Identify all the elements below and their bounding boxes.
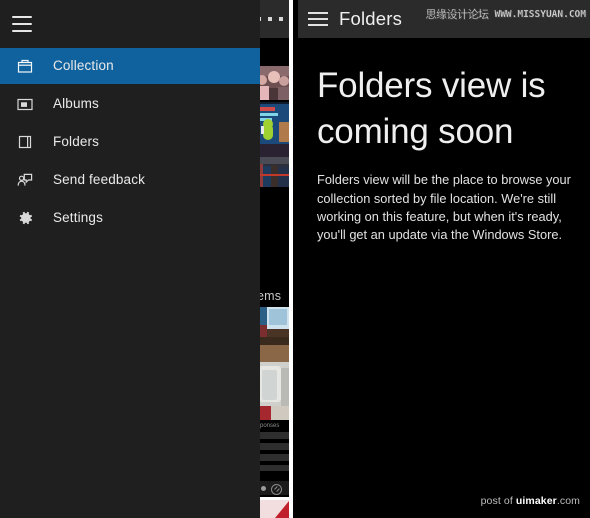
list-row[interactable]: [257, 454, 289, 461]
background-group-label: sponses: [257, 423, 280, 429]
sidebar-item-settings[interactable]: Settings: [0, 200, 260, 236]
photo-thumbnail[interactable]: [257, 362, 289, 420]
sidebar-item-label: Albums: [53, 96, 99, 112]
nav-list: Collection Albums Folders Send feedback …: [0, 48, 260, 236]
albums-icon: [15, 94, 35, 114]
watermark: 思缘设计论坛 WWW.MISSYUAN.COM: [425, 9, 586, 20]
sidebar-item-send-feedback[interactable]: Send feedback: [0, 162, 260, 198]
page-title: Folders: [339, 7, 403, 29]
credit-brand: uimaker: [515, 495, 557, 507]
sidebar-item-albums[interactable]: Albums: [0, 86, 260, 122]
sidebar-item-label: Send feedback: [53, 172, 146, 188]
post-credit: post of uimaker.com: [481, 495, 580, 507]
status-dot: [261, 486, 266, 491]
photo-thumbnail[interactable]: [257, 157, 289, 187]
folders-icon: [15, 132, 35, 152]
sidebar-item-collection[interactable]: Collection: [0, 48, 260, 84]
watermark-url-text: WWW.MISSYUAN.COM: [494, 8, 586, 20]
ellipsis-icon[interactable]: [257, 14, 283, 24]
folders-panel: Folders 思缘设计论坛 WWW.MISSYUAN.COM Folders …: [298, 0, 590, 518]
hamburger-icon[interactable]: [308, 11, 328, 27]
nav-header: [0, 0, 260, 48]
photo-thumbnail[interactable]: [257, 102, 289, 157]
sidebar-item-label: Collection: [53, 58, 114, 74]
sidebar-item-label: Folders: [53, 134, 100, 150]
gear-icon: [15, 208, 35, 228]
list-row[interactable]: [257, 443, 289, 450]
photo-thumbnail[interactable]: [257, 66, 289, 100]
coming-soon-heading: Folders view is coming soon: [317, 66, 546, 152]
sidebar-item-folders[interactable]: Folders: [0, 124, 260, 160]
settings-small-icon[interactable]: [271, 484, 282, 495]
background-count-label: ems: [257, 289, 282, 303]
panel-body: Folders view is coming soon Folders view…: [298, 38, 590, 244]
list-row[interactable]: [257, 432, 289, 439]
collection-icon: [15, 56, 35, 76]
photo-thumbnail[interactable]: [257, 307, 289, 337]
sidebar-item-label: Settings: [53, 210, 103, 226]
panel-app-bar: Folders 思缘设计论坛 WWW.MISSYUAN.COM: [298, 0, 590, 38]
navigation-pane: Collection Albums Folders Send feedback …: [0, 0, 260, 518]
feedback-icon: [15, 170, 35, 190]
coming-soon-description: Folders view will be the place to browse…: [317, 172, 571, 242]
hamburger-icon[interactable]: [10, 12, 34, 36]
list-row[interactable]: [257, 465, 289, 471]
credit-prefix: post of: [480, 495, 516, 507]
watermark-cn-text: 思缘设计论坛: [425, 8, 489, 21]
credit-suffix: .com: [556, 495, 580, 507]
photo-thumbnail[interactable]: [257, 337, 289, 362]
photo-thumbnail[interactable]: [257, 497, 289, 518]
app-window: ems sponses Collection Albums Folders Se…: [0, 0, 590, 518]
